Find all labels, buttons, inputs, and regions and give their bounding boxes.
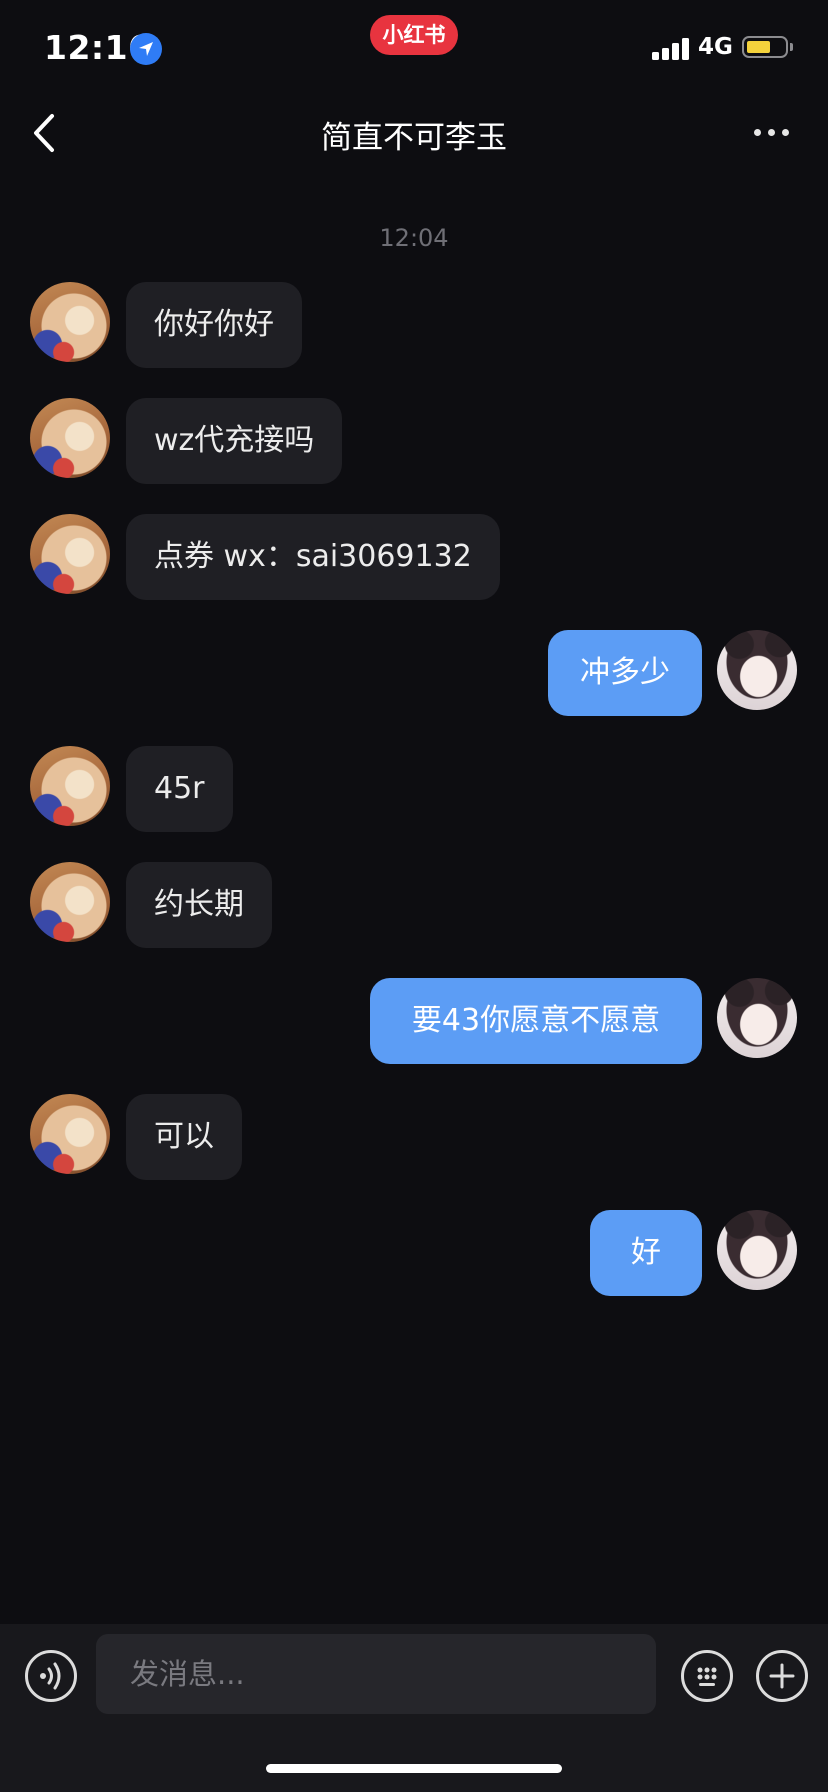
contact-avatar[interactable] <box>30 398 110 478</box>
message-bubble-incoming[interactable]: 点券 wx：sai3069132 <box>126 514 500 600</box>
emoji-button[interactable] <box>681 1650 733 1702</box>
battery-level <box>747 41 770 53</box>
ellipsis-icon <box>754 129 761 136</box>
message-bubble-incoming[interactable]: 可以 <box>126 1094 242 1180</box>
network-type: 4G <box>698 34 733 60</box>
message-bubble-outgoing[interactable]: 好 <box>590 1210 702 1296</box>
message-bubble-incoming[interactable]: 45r <box>126 746 233 832</box>
chevron-left-icon <box>34 114 54 152</box>
plus-icon <box>769 1663 795 1689</box>
contact-avatar[interactable] <box>30 746 110 826</box>
battery-icon <box>742 36 788 58</box>
message-bubble-incoming[interactable]: wz代充接吗 <box>126 398 343 484</box>
user-avatar[interactable] <box>717 630 797 710</box>
chat-title: 简直不可李玉 <box>321 120 507 156</box>
message-bubble-incoming[interactable]: 约长期 <box>126 862 272 948</box>
emoji-icon <box>697 1667 717 1686</box>
message-bubble-outgoing[interactable]: 要43你愿意不愿意 <box>370 978 702 1064</box>
voice-icon <box>40 1662 61 1690</box>
contact-avatar[interactable] <box>30 514 110 594</box>
battery-tip <box>790 43 793 51</box>
message-input[interactable] <box>96 1634 656 1714</box>
contact-avatar[interactable] <box>30 862 110 942</box>
home-indicator[interactable] <box>266 1764 562 1773</box>
message-bubble-incoming[interactable]: 你好你好 <box>126 282 302 368</box>
back-button[interactable] <box>26 108 66 158</box>
contact-avatar[interactable] <box>30 1094 110 1174</box>
plus-button[interactable] <box>756 1650 808 1702</box>
message-bubble-outgoing[interactable]: 冲多少 <box>548 630 702 716</box>
app-badge[interactable]: 小红书 <box>370 15 458 55</box>
cellular-signal-icon <box>652 36 692 60</box>
more-options-button[interactable] <box>748 116 796 146</box>
message-timestamp: 12:04 <box>379 224 449 252</box>
user-avatar[interactable] <box>717 978 797 1058</box>
chat-screen: 12:16 小红书 4G 简直不可李玉 12:04 你好你好 wz代充接吗 点券… <box>0 0 828 1792</box>
voice-button[interactable] <box>25 1650 77 1702</box>
status-bar: 12:16 小红书 4G <box>0 0 828 100</box>
user-avatar[interactable] <box>717 1210 797 1290</box>
contact-avatar[interactable] <box>30 282 110 362</box>
location-arrow-icon <box>130 33 162 65</box>
